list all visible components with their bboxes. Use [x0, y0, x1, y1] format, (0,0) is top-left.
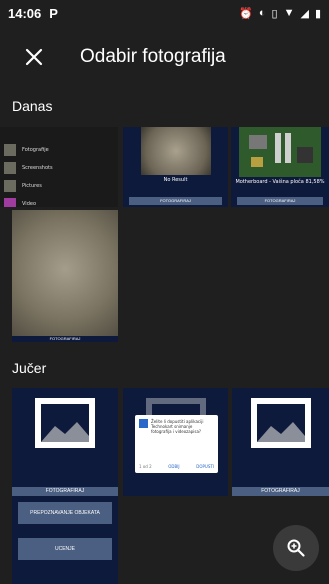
image-placeholder-icon [250, 398, 311, 448]
photo-thumb-menu[interactable]: PREPOZNAVANJE OBJEKATA UCENJE [12, 496, 118, 584]
section-header-yesterday: Jučer [12, 360, 47, 376]
photo-thumb-placeholder-2[interactable]: FOTOGRAFIRAJ [232, 388, 329, 496]
app-bar: Odabir fotografija [0, 26, 329, 88]
data-saver-icon: ◐ [258, 7, 266, 19]
thumb-caption: No Result [163, 177, 188, 183]
thumb-button-label: FOTOGRAFIRAJ [12, 487, 118, 496]
signal-icon: ◢ [300, 7, 309, 20]
camera-icon [139, 419, 148, 428]
close-button[interactable] [6, 29, 62, 85]
status-time: 14:06 [8, 5, 42, 21]
thumb-button-label: FOTOGRAFIRAJ [237, 197, 323, 205]
status-icons: ⏰ ◐ ▯ ▼ ◢ ▮ [239, 7, 321, 20]
photo-thumb-motherboard[interactable]: Motherboard - Vaišna ploča 81,58% FOTOGR… [231, 127, 329, 207]
photo-thumb-no-result[interactable]: No Result FOTOGRAFIRAJ [123, 127, 228, 207]
permission-dialog-thumb: Želite li dopustiti aplikaciji Technokar… [135, 415, 218, 473]
dialog-counter: 1 od 2 [139, 464, 152, 469]
image-placeholder-icon [35, 398, 95, 448]
menu-item-learning: UCENJE [18, 538, 112, 560]
dialog-deny: ODBIJ [168, 464, 180, 469]
zoom-button[interactable] [273, 525, 319, 571]
zoom-in-icon [287, 539, 305, 557]
battery-icon: ▮ [314, 7, 321, 20]
notification-icon: P [49, 5, 58, 21]
dialog-text: Želite li dopustiti aplikaciji Technokar… [151, 419, 204, 434]
close-icon [25, 48, 43, 66]
photo-thumb-wall[interactable]: FOTOGRAFIRAJ [12, 210, 118, 342]
status-bar: 14:06 P ⏰ ◐ ▯ ▼ ◢ ▮ [0, 0, 329, 26]
vibrate-icon: ▯ [271, 7, 278, 20]
dialog-allow: DOPUSTI [196, 464, 214, 469]
photo-thumb-placeholder-1[interactable]: FOTOGRAFIRAJ [12, 388, 118, 496]
thumb-caption: FOTOGRAFIRAJ [12, 336, 118, 342]
photo-thumb-list-screenshot[interactable]: Fotografije Screenshots Pictures Video [0, 127, 118, 207]
alarm-icon: ⏰ [239, 7, 253, 20]
thumb-caption: Motherboard - Vaišna ploča 81,58% [235, 179, 325, 185]
section-header-today: Danas [12, 98, 53, 114]
menu-item-recognition: PREPOZNAVANJE OBJEKATA [18, 502, 112, 524]
thumb-button-label: FOTOGRAFIRAJ [129, 197, 222, 205]
wifi-icon: ▼ [283, 7, 295, 19]
page-title: Odabir fotografija [80, 46, 226, 67]
thumb-button-label: FOTOGRAFIRAJ [232, 487, 329, 496]
